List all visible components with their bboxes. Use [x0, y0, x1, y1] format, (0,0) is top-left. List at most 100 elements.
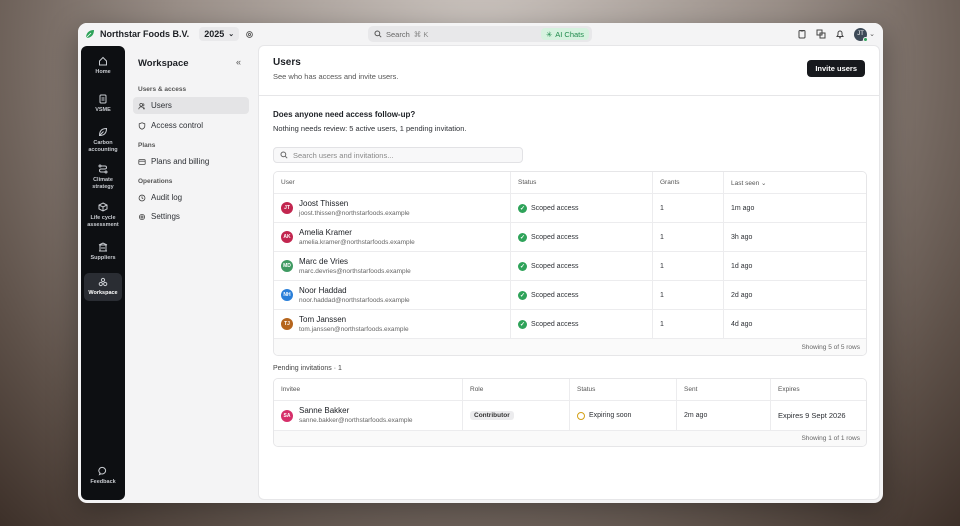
switch-icon[interactable] [816, 29, 826, 39]
route-icon [98, 164, 108, 174]
card-icon [138, 158, 146, 165]
rail-label: VSME [95, 107, 111, 113]
user-menu[interactable]: JT ⌄ [854, 27, 875, 42]
rail-item-life-cycle-assessment[interactable]: Life cycle assessment [84, 202, 122, 228]
header-divider [259, 95, 879, 96]
status-text: Scoped access [531, 262, 579, 270]
org-name: Northstar Foods B.V. [100, 29, 190, 39]
column-header-role[interactable]: Role [463, 379, 570, 400]
table-row[interactable]: JT Joost Thissen joost.thissen@northstarfo… [274, 194, 866, 223]
grants-cell: 1 [653, 194, 724, 222]
user-name: Marc de Vries [299, 256, 349, 266]
check-circle-icon: ✓ [518, 261, 527, 271]
pending-invitations-table: Invitee Role Status Sent Expires SA Sann… [273, 378, 867, 447]
avatar: SA [281, 409, 293, 422]
sidebar-group-label: Users & access [138, 86, 187, 93]
expires-cell: Expires 9 Sept 2026 [778, 411, 846, 420]
user-name: Tom Janssen [299, 314, 347, 324]
sidebar-item-access-control[interactable]: Access control [133, 117, 249, 134]
page-subtitle: See who has access and invite users. [273, 72, 399, 81]
user-cell: JT Joost Thissen joost.thissen@northstarfo… [274, 194, 511, 222]
year-selector[interactable]: 2025 ⌄ [199, 27, 240, 41]
clipboard-icon[interactable] [797, 29, 807, 39]
status-cell: ✓ Scoped access [511, 223, 653, 251]
status-cell: ✓ Scoped access [511, 194, 653, 222]
app-window: Northstar Foods B.V. 2025 ⌄ Search ⌘ K ✳… [78, 23, 883, 503]
user-email: amelia.kramer@northstarfoods.example [299, 238, 415, 246]
user-email: tom.janssen@northstarfoods.example [299, 325, 409, 333]
rail-item-feedback[interactable]: Feedback [84, 466, 122, 486]
shield-icon [138, 121, 146, 130]
page-title: Users [273, 57, 301, 68]
avatar: TJ [281, 318, 293, 330]
user-name: Noor Haddad [299, 285, 347, 295]
table-row[interactable]: NH Noor Haddad noor.haddad@northstarfoods.… [274, 281, 866, 310]
avatar: MD [281, 260, 293, 272]
sidebar-item-audit-log[interactable]: Audit log [133, 189, 249, 206]
column-header-sent[interactable]: Sent [677, 379, 771, 400]
ai-chats-button[interactable]: ✳ AI Chats [540, 28, 589, 40]
rail-item-carbon-accounting[interactable]: Carbon accounting [84, 127, 122, 153]
column-header-last-seen[interactable]: Last seen ⌄ [724, 172, 866, 193]
filter-users-input[interactable]: Search users and invitations... [273, 147, 523, 163]
last-seen-cell: 2d ago [731, 291, 753, 299]
pending-row[interactable]: SA Sanne Bakker sanne.bakker@northstarfo… [274, 401, 866, 431]
rail-label: Life cycle assessment [87, 215, 119, 228]
check-circle-icon: ✓ [518, 290, 527, 300]
rail-item-home[interactable]: Home [84, 56, 122, 76]
top-actions: JT ⌄ [797, 23, 875, 45]
sidebar-item-users[interactable]: Users [133, 97, 249, 114]
sidebar-item-label: Users [151, 101, 172, 110]
users-page: Users See who has access and invite user… [258, 45, 880, 500]
sidebar-item-plans-and-billing[interactable]: Plans and billing [133, 153, 249, 170]
role-badge: Contributor [470, 411, 514, 420]
app-rail: Home VSME Carbon accounting Climate stra… [81, 46, 125, 500]
table-row[interactable]: AK Amelia Kramer amelia.kramer@northstarfo… [274, 223, 866, 252]
avatar: NH [281, 289, 293, 301]
user-avatar-initials: JT [857, 31, 864, 37]
global-search[interactable]: Search ⌘ K ✳ AI Chats [368, 26, 592, 42]
grants-cell: 1 [653, 281, 724, 309]
year-settings-button[interactable] [243, 28, 256, 41]
rail-item-climate-strategy[interactable]: Climate strategy [84, 164, 122, 190]
sidebar-item-label: Audit log [151, 193, 183, 202]
invite-users-button[interactable]: Invite users [807, 60, 865, 77]
top-bar: Northstar Foods B.V. 2025 ⌄ Search ⌘ K ✳… [78, 23, 883, 45]
column-header-status[interactable]: Status [511, 172, 653, 193]
clock-warning-icon [577, 411, 585, 420]
search-icon [280, 151, 288, 159]
column-header-grants[interactable]: Grants [653, 172, 724, 193]
column-header-expires[interactable]: Expires [771, 379, 866, 400]
search-placeholder: Search [386, 29, 410, 39]
sidebar-group-label: Operations [138, 178, 173, 185]
status-text: Scoped access [531, 320, 579, 328]
table-row[interactable]: TJ Tom Janssen tom.janssen@northstarfoods.… [274, 310, 866, 339]
rail-item-vsme[interactable]: VSME [84, 94, 122, 114]
grants-cell: 1 [653, 310, 724, 338]
column-header-status[interactable]: Status [570, 379, 677, 400]
status-text: Scoped access [531, 204, 579, 212]
online-dot [863, 36, 869, 42]
org-switcher[interactable]: Northstar Foods B.V. [85, 29, 189, 39]
history-icon [138, 194, 146, 201]
followup-question: Does anyone need access follow-up? [273, 110, 416, 119]
pending-invitations-heading: Pending invitations · 1 [273, 365, 342, 372]
pending-table-header: Invitee Role Status Sent Expires [274, 379, 866, 401]
grants-cell: 1 [653, 252, 724, 280]
rail-item-workspace[interactable]: Workspace [84, 273, 122, 301]
rail-item-suppliers[interactable]: Suppliers [84, 242, 122, 262]
status-text: Scoped access [531, 233, 579, 241]
leaf-icon [98, 127, 108, 137]
column-header-invitee[interactable]: Invitee [274, 379, 463, 400]
sidebar-item-label: Settings [151, 212, 180, 221]
last-seen-cell: 1m ago [731, 204, 755, 212]
bell-icon[interactable] [835, 29, 845, 39]
table-row[interactable]: MD Marc de Vries marc.devries@northstarfoo… [274, 252, 866, 281]
rail-label: Home [95, 69, 111, 75]
home-icon [99, 56, 107, 66]
column-header-user[interactable]: User [274, 172, 511, 193]
users-table-body: JT Joost Thissen joost.thissen@northstarfo… [274, 194, 866, 339]
sidebar-item-settings[interactable]: Settings [133, 208, 249, 225]
sidebar-group-label: Plans [138, 142, 156, 149]
collapse-sidebar-icon[interactable]: « [236, 57, 241, 67]
